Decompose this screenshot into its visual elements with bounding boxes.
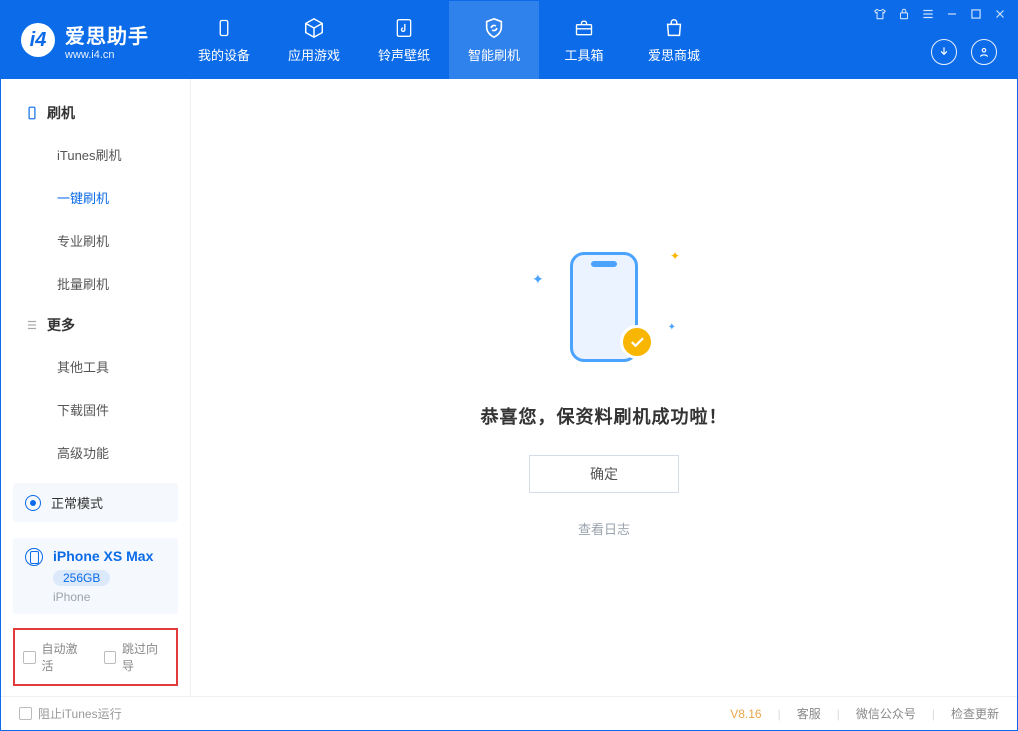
success-message: 恭喜您，保资料刷机成功啦！ xyxy=(481,403,728,429)
sidebar-item-advanced[interactable]: 高级功能 xyxy=(1,431,190,474)
music-file-icon xyxy=(390,17,418,39)
menu-icon[interactable] xyxy=(921,7,935,21)
mode-label: 正常模式 xyxy=(51,493,103,512)
checkbox-auto-activate[interactable]: 自动激活 xyxy=(23,640,88,674)
sidebar-group-title: 更多 xyxy=(47,315,75,335)
view-log-link[interactable]: 查看日志 xyxy=(578,519,630,538)
sidebar-item-pro-flash[interactable]: 专业刷机 xyxy=(1,219,190,262)
sidebar-group-title: 刷机 xyxy=(47,103,75,123)
ok-button[interactable]: 确定 xyxy=(529,455,679,493)
app-subtitle: www.i4.cn xyxy=(65,49,149,61)
nav-label: 应用游戏 xyxy=(288,45,340,64)
device-icon xyxy=(25,548,43,566)
shield-refresh-icon xyxy=(480,17,508,39)
sparkle-icon: ✦ xyxy=(670,249,680,263)
nav-label: 我的设备 xyxy=(198,45,250,64)
sparkle-icon: ✦ xyxy=(532,271,544,288)
list-icon xyxy=(25,318,39,332)
window-controls xyxy=(873,7,1007,21)
nav-tabs: 我的设备 应用游戏 铃声壁纸 智能刷机 工具箱 爱思商城 xyxy=(179,1,719,79)
header-actions xyxy=(931,39,997,65)
nav-tab-smart-flash[interactable]: 智能刷机 xyxy=(449,1,539,79)
version-label: V8.16 xyxy=(730,707,761,721)
maximize-button[interactable] xyxy=(969,7,983,21)
footer-link-wechat[interactable]: 微信公众号 xyxy=(856,705,916,722)
app-body: 刷机 iTunes刷机 一键刷机 专业刷机 批量刷机 更多 其他工具 下载固件 … xyxy=(1,79,1017,696)
device-icon xyxy=(210,17,238,39)
device-storage: 256GB xyxy=(53,570,110,586)
download-button[interactable] xyxy=(931,39,957,65)
phone-icon xyxy=(25,105,39,121)
logo-icon: i4 xyxy=(21,23,55,57)
mode-panel[interactable]: 正常模式 xyxy=(13,483,178,522)
footer-link-update[interactable]: 检查更新 xyxy=(951,705,999,722)
tshirt-icon[interactable] xyxy=(873,7,887,21)
app-logo: i4 爱思助手 www.i4.cn xyxy=(21,20,149,61)
success-check-icon xyxy=(620,325,654,359)
nav-label: 铃声壁纸 xyxy=(378,45,430,64)
app-title: 爱思助手 xyxy=(65,20,149,49)
nav-tab-my-device[interactable]: 我的设备 xyxy=(179,1,269,79)
app-header: i4 爱思助手 www.i4.cn 我的设备 应用游戏 铃声壁纸 智能刷机 工具… xyxy=(1,1,1017,79)
user-button[interactable] xyxy=(971,39,997,65)
cube-icon xyxy=(300,17,328,39)
success-illustration: ✦ ✦ ✦ xyxy=(514,237,694,377)
device-type: iPhone xyxy=(53,590,153,604)
status-bar: 阻止iTunes运行 V8.16 | 客服 | 微信公众号 | 检查更新 xyxy=(1,696,1017,730)
checkbox-skip-guide[interactable]: 跳过向导 xyxy=(104,640,169,674)
nav-tab-toolbox[interactable]: 工具箱 xyxy=(539,1,629,79)
main-content: ✦ ✦ ✦ 恭喜您，保资料刷机成功啦！ 确定 查看日志 xyxy=(191,79,1017,696)
sidebar: 刷机 iTunes刷机 一键刷机 专业刷机 批量刷机 更多 其他工具 下载固件 … xyxy=(1,79,191,696)
sparkle-icon: ✦ xyxy=(668,322,676,333)
checkbox-block-itunes[interactable]: 阻止iTunes运行 xyxy=(19,705,122,722)
mode-status-icon xyxy=(25,495,41,511)
nav-tab-store[interactable]: 爱思商城 xyxy=(629,1,719,79)
close-button[interactable] xyxy=(993,7,1007,21)
sidebar-item-batch-flash[interactable]: 批量刷机 xyxy=(1,262,190,305)
bag-icon xyxy=(660,17,688,39)
sidebar-group-flash: 刷机 xyxy=(1,93,190,133)
flash-options-highlight: 自动激活 跳过向导 xyxy=(13,628,178,686)
sidebar-item-itunes-flash[interactable]: iTunes刷机 xyxy=(1,133,190,176)
nav-label: 爱思商城 xyxy=(648,45,700,64)
lock-icon[interactable] xyxy=(897,7,911,21)
nav-tab-apps-games[interactable]: 应用游戏 xyxy=(269,1,359,79)
device-panel[interactable]: iPhone XS Max 256GB iPhone xyxy=(13,538,178,614)
sidebar-group-more: 更多 xyxy=(1,305,190,345)
nav-label: 工具箱 xyxy=(564,45,603,64)
nav-label: 智能刷机 xyxy=(468,45,520,64)
sidebar-item-oneclick-flash[interactable]: 一键刷机 xyxy=(1,176,190,219)
device-name: iPhone XS Max xyxy=(53,548,153,564)
sidebar-item-download-firmware[interactable]: 下载固件 xyxy=(1,388,190,431)
nav-tab-ringtones[interactable]: 铃声壁纸 xyxy=(359,1,449,79)
minimize-button[interactable] xyxy=(945,7,959,21)
sidebar-item-other-tools[interactable]: 其他工具 xyxy=(1,345,190,388)
toolbox-icon xyxy=(570,17,598,39)
footer-link-service[interactable]: 客服 xyxy=(797,705,821,722)
